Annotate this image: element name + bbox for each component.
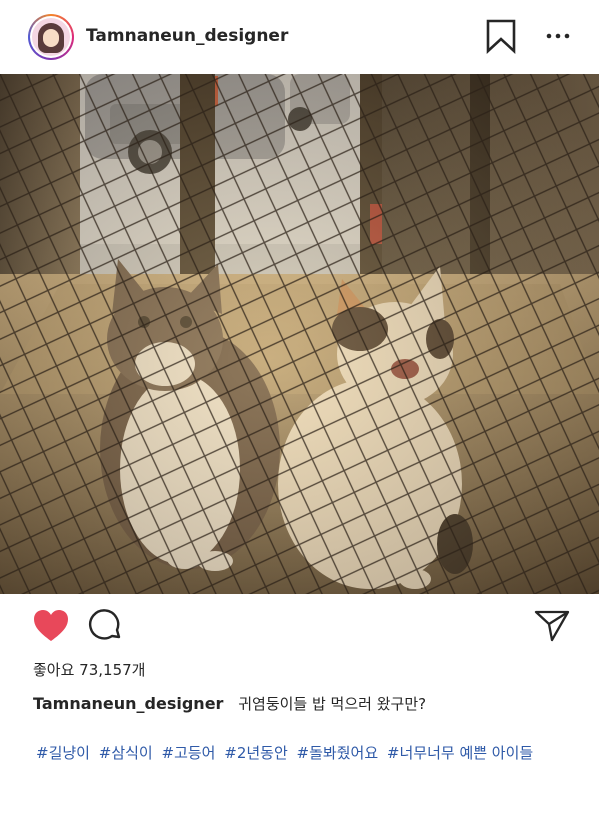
hashtag-link[interactable]: #고등어 xyxy=(162,744,216,762)
post-actions xyxy=(0,594,599,656)
post-caption: Tamnaneun_designer 귀염둥이들 밥 먹으러 왔구만? xyxy=(33,693,426,714)
caption-username[interactable]: Tamnaneun_designer xyxy=(33,694,223,713)
caption-text: 귀염둥이들 밥 먹으러 왔구만? xyxy=(238,695,427,713)
bookmark-icon[interactable] xyxy=(484,18,518,54)
hashtag-link[interactable]: #돌봐줬어요 xyxy=(297,744,379,762)
hashtag-link[interactable]: #삼식이 xyxy=(99,744,153,762)
send-icon[interactable] xyxy=(532,606,572,644)
hashtag-link[interactable]: #2년동안 xyxy=(224,744,288,762)
comment-icon[interactable] xyxy=(88,608,124,644)
hashtag-link[interactable]: #너무너무 예쁜 아이들 xyxy=(387,744,533,762)
more-options-icon[interactable] xyxy=(544,26,572,46)
hashtag-list: #길냥이 #삼식이 #고등어 #2년동안 #돌봐줬어요 #너무너무 예쁜 아이들 xyxy=(36,742,537,763)
post-username[interactable]: Tamnaneun_designer xyxy=(86,26,288,46)
heart-icon[interactable] xyxy=(32,608,70,644)
likes-count[interactable]: 좋아요 73,157개 xyxy=(33,659,145,680)
post-photo[interactable] xyxy=(0,74,599,594)
profile-avatar[interactable] xyxy=(28,14,74,60)
post-header: Tamnaneun_designer xyxy=(0,0,599,74)
hashtag-link[interactable]: #길냥이 xyxy=(36,744,90,762)
